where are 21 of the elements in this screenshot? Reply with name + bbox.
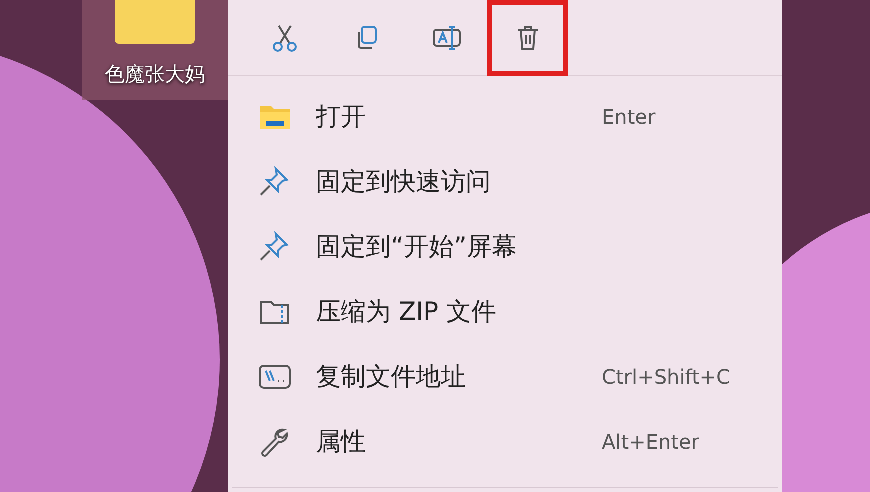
- desktop-folder[interactable]: 色魔张大妈: [82, 0, 228, 100]
- shortcut-text: Ctrl+Shift+C: [602, 364, 732, 390]
- menu-item[interactable]: 固定到“开始”屏幕: [228, 214, 782, 279]
- shortcut-text: Alt+Enter: [602, 428, 701, 456]
- menu-item[interactable]: 固定到快速访问: [228, 149, 782, 214]
- menu-item[interactable]: 属性 Alt+Enter: [228, 409, 782, 474]
- pin-icon: [258, 166, 290, 198]
- menu-item-label: 压缩为 ZIP 文件: [316, 296, 498, 328]
- menu-item-label: 固定到“开始”屏幕: [316, 230, 518, 263]
- delete-button[interactable]: [487, 0, 568, 76]
- desktop-icon-label: 色魔张大妈: [105, 64, 205, 84]
- shortcut-text: Enter: [602, 104, 657, 130]
- menu-item[interactable]: 打开 Enter: [228, 84, 782, 149]
- pin-icon: [258, 230, 290, 262]
- folder-icon: [115, 0, 195, 44]
- menu-item-label: 复制文件地址: [316, 360, 467, 393]
- menu-item[interactable]: 复制文件地址 Ctrl+Shift+C: [228, 344, 782, 409]
- menu-item[interactable]: 压缩为 ZIP 文件: [228, 279, 782, 344]
- menu-item-label: 属性: [316, 426, 367, 458]
- menu-item-label: 固定到快速访问: [316, 166, 492, 198]
- menu-item-label: 打开: [316, 100, 367, 133]
